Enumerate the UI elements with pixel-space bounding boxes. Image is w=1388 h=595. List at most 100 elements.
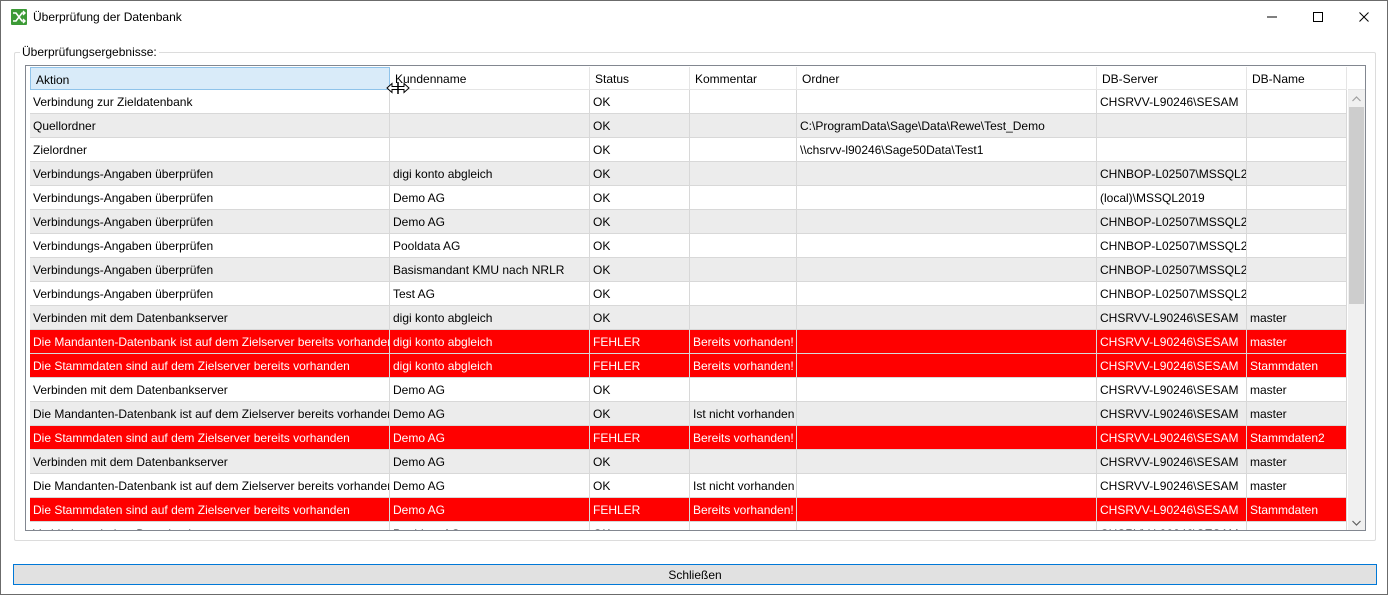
results-grid[interactable]: Aktion Kundenname Status Kommentar Ordner DB-… <box>25 65 1366 531</box>
cell-aktion[interactable]: Die Mandanten-Datenbank ist auf dem Ziel… <box>30 402 390 426</box>
title-bar[interactable]: Überprüfung der Datenbank <box>1 1 1387 33</box>
cell-kundenname[interactable] <box>390 138 590 162</box>
cell-db-name[interactable]: master <box>1247 402 1347 426</box>
cell-kommentar[interactable] <box>690 186 797 210</box>
table-row[interactable]: Verbinden mit dem Datenbankserver Demo AG… <box>30 378 1347 402</box>
cell-kundenname[interactable]: Pooldata AG <box>390 522 590 530</box>
cell-kommentar[interactable]: Bereits vorhanden! <box>690 498 797 522</box>
cell-status[interactable]: FEHLER <box>590 354 690 378</box>
cell-status[interactable]: FEHLER <box>590 498 690 522</box>
table-row[interactable]: Verbindungs-Angaben überprüfen Basismanda… <box>30 258 1347 282</box>
cell-db-name[interactable]: master <box>1247 306 1347 330</box>
cell-aktion[interactable]: Verbindungs-Angaben überprüfen <box>30 234 390 258</box>
cell-status[interactable]: OK <box>590 282 690 306</box>
column-header-kundenname[interactable]: Kundenname <box>390 67 590 90</box>
cell-kommentar[interactable]: Ist nicht vorhanden <box>690 474 797 498</box>
cell-db-name[interactable] <box>1247 210 1347 234</box>
table-row[interactable]: Die Mandanten-Datenbank ist auf dem Ziel… <box>30 474 1347 498</box>
cell-kundenname[interactable]: digi konto abgleich <box>390 306 590 330</box>
cell-db-server[interactable]: CHSRVV-L90246\SESAM <box>1097 354 1247 378</box>
cell-db-server[interactable]: CHSRVV-L90246\SESAM <box>1097 378 1247 402</box>
cell-aktion[interactable]: Verbinden mit dem Datenbankserver <box>30 522 390 530</box>
cell-ordner[interactable] <box>797 186 1097 210</box>
cell-db-server[interactable]: CHNBOP-L02507\MSSQL20 <box>1097 258 1247 282</box>
cell-db-server[interactable]: CHNBOP-L02507\MSSQL20 <box>1097 234 1247 258</box>
cell-kommentar[interactable] <box>690 306 797 330</box>
table-row[interactable]: Die Mandanten-Datenbank ist auf dem Ziel… <box>30 330 1347 354</box>
cell-status[interactable]: OK <box>590 90 690 114</box>
table-row[interactable]: Verbindungs-Angaben überprüfen Pooldata A… <box>30 234 1347 258</box>
cell-status[interactable]: OK <box>590 474 690 498</box>
table-row[interactable]: Verbindungs-Angaben überprüfen Demo AG OK (… <box>30 186 1347 210</box>
cell-ordner[interactable] <box>797 210 1097 234</box>
cell-kommentar[interactable] <box>690 210 797 234</box>
column-header-ordner[interactable]: Ordner <box>797 67 1097 90</box>
cell-kommentar[interactable] <box>690 138 797 162</box>
table-row[interactable]: Die Stammdaten sind auf dem Zielserver b… <box>30 426 1347 450</box>
cell-ordner[interactable]: C:\ProgramData\Sage\Data\Rewe\Test_Demo <box>797 114 1097 138</box>
cell-aktion[interactable]: Die Stammdaten sind auf dem Zielserver b… <box>30 354 390 378</box>
cell-kommentar[interactable] <box>690 114 797 138</box>
cell-kommentar[interactable]: Bereits vorhanden! <box>690 354 797 378</box>
cell-status[interactable]: OK <box>590 402 690 426</box>
cell-ordner[interactable]: \\chsrvv-l90246\Sage50Data\Test1 <box>797 138 1097 162</box>
cell-ordner[interactable] <box>797 378 1097 402</box>
cell-db-name[interactable]: master <box>1247 330 1347 354</box>
cell-status[interactable]: OK <box>590 210 690 234</box>
cell-ordner[interactable] <box>797 234 1097 258</box>
cell-db-name[interactable]: Stammdaten <box>1247 354 1347 378</box>
cell-db-name[interactable] <box>1247 90 1347 114</box>
cell-db-name[interactable] <box>1247 282 1347 306</box>
table-row[interactable]: Verbinden mit dem DatenbankserverPooldat… <box>30 522 1347 530</box>
table-row[interactable]: Verbindungs-Angaben überprüfen Demo AG OK C… <box>30 210 1347 234</box>
cell-kundenname[interactable]: Demo AG <box>390 210 590 234</box>
cell-kundenname[interactable]: Demo AG <box>390 450 590 474</box>
table-row[interactable]: Verbinden mit dem Datenbankserver Demo AG… <box>30 450 1347 474</box>
cell-db-name[interactable]: master <box>1247 474 1347 498</box>
cell-db-server[interactable]: CHSRVV-L90246\SESAM <box>1097 306 1247 330</box>
cell-kundenname[interactable]: Basismandant KMU nach NRLR <box>390 258 590 282</box>
cell-ordner[interactable] <box>797 90 1097 114</box>
cell-kommentar[interactable] <box>690 162 797 186</box>
cell-status[interactable]: OK <box>590 450 690 474</box>
cell-db-name[interactable] <box>1247 258 1347 282</box>
cell-kundenname[interactable]: Demo AG <box>390 402 590 426</box>
close-button[interactable]: Schließen <box>13 564 1377 585</box>
cell-ordner[interactable] <box>797 330 1097 354</box>
cell-kundenname[interactable] <box>390 114 590 138</box>
cell-db-server[interactable]: CHSRVV-L90246\SESAM <box>1097 426 1247 450</box>
cell-ordner[interactable] <box>797 354 1097 378</box>
cell-aktion[interactable]: Verbindungs-Angaben überprüfen <box>30 210 390 234</box>
cell-db-server[interactable]: CHSRVV-L90246\SESAM <box>1097 330 1247 354</box>
column-header-db-server[interactable]: DB-Server <box>1097 67 1247 90</box>
table-row[interactable]: Verbindungs-Angaben überprüfen digi konto… <box>30 162 1347 186</box>
cell-aktion[interactable]: Quellordner <box>30 114 390 138</box>
cell-ordner[interactable] <box>797 162 1097 186</box>
cell-db-name[interactable]: master <box>1247 378 1347 402</box>
maximize-button[interactable] <box>1295 1 1341 33</box>
cell-kundenname[interactable]: digi konto abgleich <box>390 162 590 186</box>
close-window-button[interactable] <box>1341 1 1387 33</box>
cell-db-server[interactable]: CHNBOP-L02507\MSSQL20 <box>1097 210 1247 234</box>
cell-status[interactable]: OK <box>590 162 690 186</box>
column-header-aktion[interactable]: Aktion <box>30 67 390 90</box>
cell-aktion[interactable]: Verbinden mit dem Datenbankserver <box>30 378 390 402</box>
scroll-thumb[interactable] <box>1349 107 1364 304</box>
cell-ordner[interactable] <box>797 426 1097 450</box>
cell-db-server[interactable]: CHNBOP-L02507\MSSQL20 <box>1097 282 1247 306</box>
cell-status[interactable]: OK <box>590 234 690 258</box>
cell-aktion[interactable]: Verbindungs-Angaben überprüfen <box>30 162 390 186</box>
cell-kommentar[interactable] <box>690 450 797 474</box>
cell-aktion[interactable]: Die Mandanten-Datenbank ist auf dem Ziel… <box>30 474 390 498</box>
cell-aktion[interactable]: Verbindung zur Zieldatenbank <box>30 90 390 114</box>
cell-kommentar[interactable] <box>690 378 797 402</box>
cell-status[interactable]: OK <box>590 258 690 282</box>
table-row[interactable]: Die Stammdaten sind auf dem Zielserver b… <box>30 354 1347 378</box>
cell-status[interactable]: OK <box>590 186 690 210</box>
table-row[interactable]: Quellordner OK C:\ProgramData\Sage\Data\Re… <box>30 114 1347 138</box>
cell-aktion[interactable]: Verbinden mit dem Datenbankserver <box>30 450 390 474</box>
cell-kundenname[interactable]: digi konto abgleich <box>390 330 590 354</box>
column-header-status[interactable]: Status <box>590 67 690 90</box>
cell-db-server[interactable] <box>1097 114 1247 138</box>
cell-ordner[interactable] <box>797 258 1097 282</box>
